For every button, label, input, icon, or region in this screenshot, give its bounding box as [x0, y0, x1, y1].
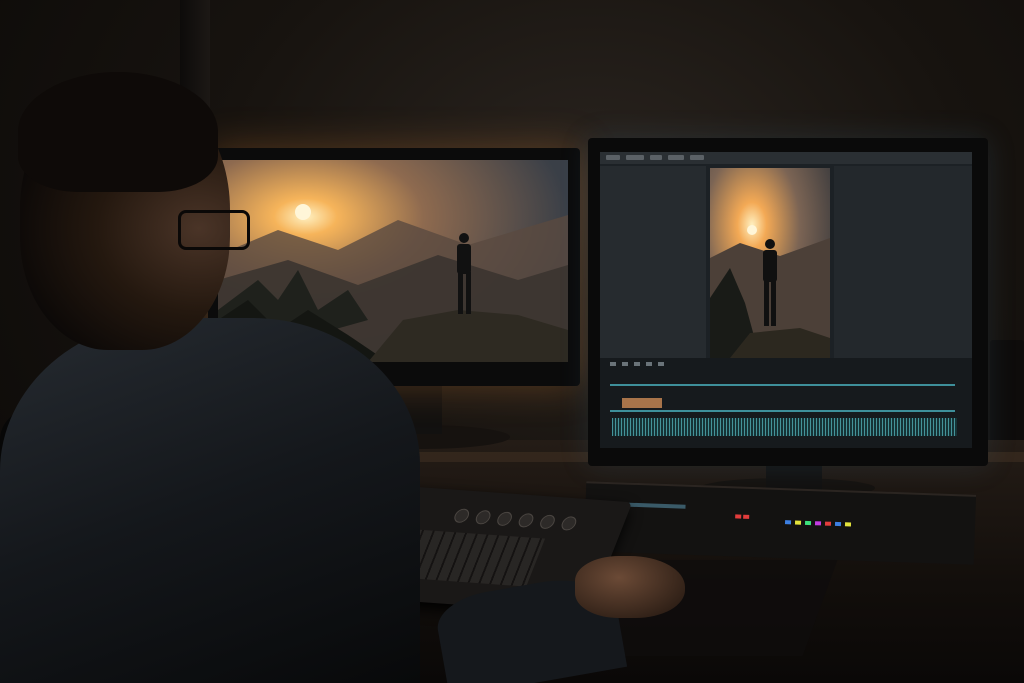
- glasses: [178, 210, 250, 250]
- timeline-tool-icon: [634, 362, 640, 366]
- menu-item: [606, 155, 620, 160]
- status-led: [743, 514, 750, 519]
- timeline-track: [610, 384, 955, 386]
- status-led: [824, 521, 832, 526]
- rack-unit: [583, 481, 977, 565]
- timeline-tool-icon: [658, 362, 664, 366]
- editor-menubar: [600, 152, 972, 164]
- menu-item: [650, 155, 662, 160]
- menu-item: [626, 155, 644, 160]
- timeline-tool-icon: [646, 362, 652, 366]
- knob-icon: [495, 511, 515, 527]
- status-led: [794, 520, 802, 525]
- editing-suite-photo: [0, 0, 1024, 683]
- video-editor-screen: [600, 152, 972, 448]
- editor-left-panel: [600, 166, 706, 358]
- knob-icon: [516, 512, 536, 528]
- knob-icon: [452, 508, 472, 524]
- person-hair: [18, 72, 218, 192]
- audio-waveform: [612, 418, 957, 436]
- timeline-track: [610, 410, 955, 412]
- viewer-frame: [710, 168, 830, 358]
- sun-icon: [747, 225, 757, 235]
- status-led: [784, 520, 792, 525]
- person-hand: [575, 556, 685, 618]
- timeline-tool-icon: [610, 362, 616, 366]
- sun-icon: [295, 204, 311, 220]
- rack-display: [625, 502, 686, 509]
- menu-item: [668, 155, 684, 160]
- knob-icon: [473, 509, 493, 525]
- knob-icon: [559, 515, 579, 531]
- timeline-tool-icon: [622, 362, 628, 366]
- status-led: [735, 514, 742, 519]
- menu-item: [690, 155, 704, 160]
- status-led: [804, 520, 812, 526]
- editor-right-panel: [834, 166, 972, 358]
- knob-icon: [537, 514, 558, 530]
- editor-timeline: [600, 358, 972, 448]
- status-led: [834, 521, 842, 527]
- status-led: [844, 522, 852, 527]
- program-viewer: [710, 168, 830, 358]
- timeline-clip: [622, 398, 662, 408]
- status-led: [814, 521, 822, 526]
- person-body: [0, 318, 420, 683]
